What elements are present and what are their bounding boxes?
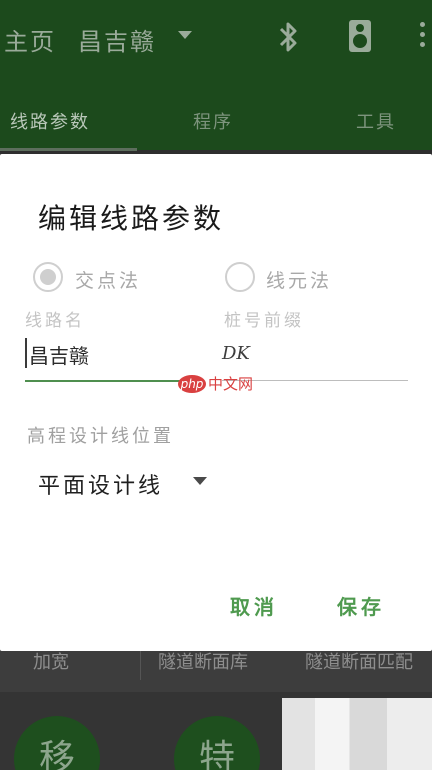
- list-item[interactable]: 隧道断面库: [158, 648, 248, 674]
- tab-indicator: [0, 148, 137, 151]
- elevation-line-label: 高程设计线位置: [27, 426, 174, 447]
- route-name-input[interactable]: 昌吉赣: [29, 340, 89, 369]
- list-item[interactable]: 隧道断面匹配: [305, 648, 413, 674]
- elevation-line-select[interactable]: 平面设计线: [38, 468, 163, 500]
- save-button[interactable]: 保存: [337, 591, 385, 620]
- watermark-logo: php 中文网: [178, 373, 253, 395]
- tab-programs[interactable]: 程序: [193, 108, 233, 134]
- route-name-label: 昌吉赣: [78, 28, 156, 56]
- radio-intersection-method[interactable]: [33, 262, 63, 292]
- dialog-title: 编辑线路参数: [38, 202, 225, 235]
- divider: [140, 650, 141, 680]
- radio-element-method[interactable]: [225, 262, 255, 292]
- bluetooth-icon[interactable]: [276, 20, 300, 54]
- home-label: 主页: [4, 28, 56, 56]
- radio-label-element[interactable]: 线元法: [266, 266, 332, 293]
- text-cursor: [25, 338, 27, 368]
- tab-tools[interactable]: 工具: [356, 108, 396, 134]
- route-name-field-label: 线路名: [25, 311, 85, 331]
- chevron-down-icon[interactable]: [178, 31, 192, 39]
- pixelated-region: [282, 698, 432, 770]
- watermark-text: 中文网: [208, 375, 254, 393]
- route-name-underline: [25, 380, 200, 382]
- prefix-input[interactable]: DK: [222, 343, 250, 364]
- tab-bar: 线路参数 程序 工具: [0, 96, 432, 150]
- app-title[interactable]: 主页 昌吉赣: [4, 22, 156, 57]
- list-item[interactable]: 加宽: [33, 648, 69, 674]
- watermark-badge: php: [178, 374, 206, 393]
- prefix-field-label: 桩号前缀: [224, 311, 304, 331]
- edit-route-dialog: 编辑线路参数 交点法 线元法 线路名 桩号前缀 昌吉赣 DK 高程设计线位置 平…: [0, 154, 432, 651]
- overflow-menu-icon[interactable]: [420, 22, 426, 52]
- chevron-down-icon[interactable]: [193, 477, 207, 485]
- cancel-button[interactable]: 取消: [230, 591, 278, 620]
- tab-route-params[interactable]: 线路参数: [10, 108, 90, 134]
- radio-label-intersection[interactable]: 交点法: [75, 266, 141, 293]
- speaker-icon[interactable]: [349, 20, 371, 52]
